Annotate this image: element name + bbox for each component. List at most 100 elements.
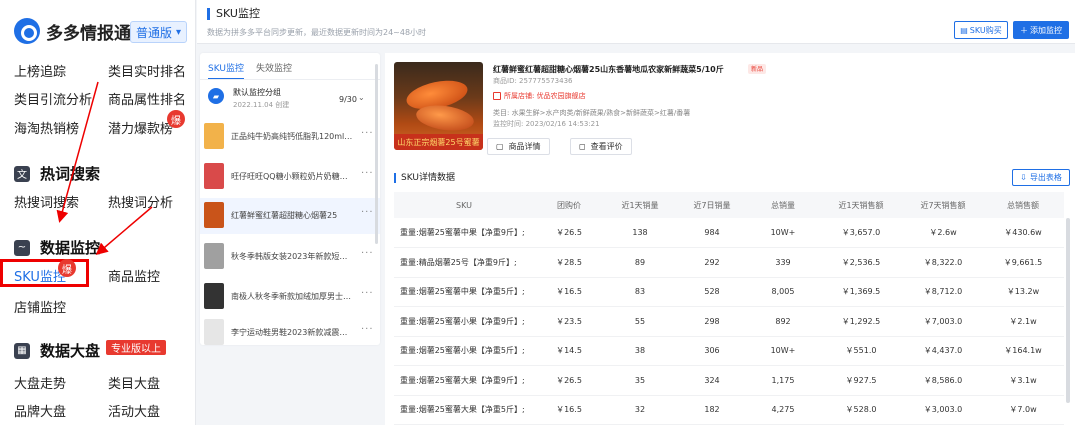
list-item-selected[interactable]: 红薯鲜蜜红薯超甜糖心烟薯25 ··· (200, 198, 380, 234)
table-cell: 重量:烟薯25蜜薯大果【净重5斤】; (394, 395, 534, 425)
table-cell: ￥3,657.0 (818, 218, 904, 248)
folder-icon: ▰ (208, 88, 224, 104)
sidebar-item-product-monitor[interactable]: 商品监控 (108, 266, 160, 285)
sidebar-item-hotword-search[interactable]: 热搜词搜索 (14, 192, 79, 211)
edition-label: 普通版 (136, 25, 173, 40)
list-item[interactable]: 正品纯牛奶高纯钙低脂乳120ml整箱 ··· (200, 119, 380, 155)
list-item-name: 正品纯牛奶高纯钙低脂乳120ml整箱 (231, 132, 355, 141)
table-header-cell[interactable]: 近1天销售额 (818, 192, 904, 218)
list-item[interactable]: 旺仔旺旺QQ糖小颗粒奶片奶糖儿童零食 ··· (200, 159, 380, 195)
section-dashboard: ▦ 数据大盘 (14, 340, 100, 361)
table-cell: ￥927.5 (818, 365, 904, 396)
product-tag: 新品 (748, 64, 767, 74)
sku-buy-button[interactable]: ▤ SKU购买 (954, 21, 1008, 39)
sidebar-item-category-traffic[interactable]: 类目引流分析 (14, 89, 92, 108)
table-cell: 339 (748, 247, 818, 278)
table-row: 重量:烟薯25蜜薯大果【净重5斤】; ￥16.5 32 182 4,275 ￥528.0 ￥… (394, 395, 1064, 425)
section-title-monitor: 数据监控 (40, 239, 101, 257)
sidebar-item-event-market[interactable]: 活动大盘 (108, 401, 160, 420)
more-icon[interactable]: ··· (361, 288, 374, 299)
table-cell: 182 (676, 395, 748, 425)
sidebar-item-hotword-analysis[interactable]: 热搜词分析 (108, 192, 173, 211)
table-cell: 重量:烟薯25蜜薯中果【净重5斤】; (394, 277, 534, 307)
table-cell: ￥1,292.5 (818, 306, 904, 337)
table-scrollbar[interactable] (1066, 218, 1070, 403)
sidebar-item-potential-hot[interactable]: 潜力爆款榜 (108, 118, 173, 137)
table-cell: ￥16.5 (534, 277, 604, 307)
table-cell: 重量:烟薯25蜜薯中果【净重9斤】; (394, 218, 534, 248)
add-monitor-button[interactable]: ＋ 添加监控 (1013, 21, 1069, 39)
table-cell: ￥4,437.0 (904, 336, 982, 366)
more-icon[interactable]: ··· (361, 248, 374, 259)
table-header-cell[interactable]: 团购价 (534, 192, 604, 218)
table-cell: 292 (676, 247, 748, 278)
export-label: 导出表格 (1029, 173, 1062, 182)
sku-list-panel: SKU监控 失效监控 ▰ 默认监控分组 2022.11.04 创建 9/30 ⌄… (200, 53, 380, 345)
table-header-cell[interactable]: SKU (394, 192, 534, 218)
sku-buy-label: SKU购买 (969, 25, 1002, 35)
sidebar-item-attr-rank[interactable]: 商品属性排名 (108, 89, 186, 108)
table-cell: 984 (676, 218, 748, 248)
hot-badge: 爆 (167, 110, 185, 128)
sidebar-item-brand-market[interactable]: 品牌大盘 (14, 401, 66, 420)
more-icon[interactable]: ··· (361, 324, 374, 335)
sidebar-item-overseas-hot[interactable]: 海淘热销榜 (14, 118, 79, 137)
table-cell: 55 (604, 306, 676, 337)
table-cell: ￥26.5 (534, 365, 604, 396)
export-button[interactable]: ⇩ 导出表格 (1012, 169, 1070, 186)
table-cell: 306 (676, 336, 748, 366)
table-row: 重量:烟薯25蜜薯中果【净重5斤】; ￥16.5 83 528 8,005 ￥1,369.… (394, 277, 1064, 307)
logo[interactable]: 多多情报通 (14, 18, 131, 44)
list-item[interactable]: 李宁运动鞋男鞋2023新款减震跑步鞋中 ··· (200, 315, 380, 351)
sidebar-item-shop-monitor[interactable]: 店铺监控 (14, 297, 66, 316)
edition-select[interactable]: 普通版 ▾ (130, 21, 188, 43)
sidebar-item-category-rank[interactable]: 类目实时排名 (108, 61, 186, 80)
shop-link[interactable]: 所属店铺: 优品农园旗舰店 (493, 91, 586, 101)
view-reviews-button[interactable]: ◻ 查看评价 (570, 138, 632, 155)
plus-icon: ＋ (1020, 25, 1028, 35)
table-header-cell[interactable]: 近7天销售额 (904, 192, 982, 218)
list-item-name: 李宁运动鞋男鞋2023新款减震跑步鞋中 (231, 328, 355, 337)
list-item-name: 旺仔旺旺QQ糖小颗粒奶片奶糖儿童零食 (231, 172, 355, 181)
logo-text: 多多情报通 (46, 23, 131, 44)
table-header-cell[interactable]: 近7日销量 (676, 192, 748, 218)
list-scrollbar[interactable] (375, 64, 378, 244)
sidebar-item-market-trend[interactable]: 大盘走势 (14, 373, 66, 392)
product-category: 类目: 水果生鲜>水产肉类/新鲜蔬果/熟食>新鲜蔬菜>红薯/番薯 (493, 109, 691, 117)
list-item[interactable]: 秋冬季韩版女装2023年新款短款长袖外套 ··· (200, 239, 380, 275)
group-row[interactable]: ▰ 默认监控分组 2022.11.04 创建 9/30 ⌄ (200, 83, 380, 115)
tab-sku-monitor[interactable]: SKU监控 (208, 61, 244, 80)
more-icon[interactable]: ··· (361, 207, 374, 218)
hot-badge-sku: 爆 (58, 259, 76, 277)
table-cell: ￥2.6w (904, 218, 982, 248)
product-image: 山东正宗烟薯25号蜜薯 (394, 62, 483, 150)
product-title[interactable]: 红薯鲜蜜红薯超甜糖心烟薯25山东香薯地瓜农家新鲜蔬菜5/10斤 (493, 64, 724, 75)
sidebar-item-rank-tracking[interactable]: 上榜追踪 (14, 61, 66, 80)
sidebar: 多多情报通 普通版 ▾ 上榜追踪 类目实时排名 类目引流分析 商品属性排名 海淘… (0, 0, 196, 425)
more-icon[interactable]: ··· (361, 168, 374, 179)
section-hotword: 文 热词搜索 (14, 163, 100, 184)
table-header-cell[interactable]: 近1天销量 (604, 192, 676, 218)
product-detail-button[interactable]: ▢ 商品详情 (487, 138, 550, 155)
more-icon[interactable]: ··· (361, 128, 374, 139)
tab-divider (200, 79, 380, 80)
product-id: 商品ID: 257775573436 (493, 77, 573, 85)
tab-invalid-monitor[interactable]: 失效监控 (256, 61, 292, 80)
sku-highlight-box (0, 259, 89, 287)
app-root: 多多情报通 普通版 ▾ 上榜追踪 类目实时排名 类目引流分析 商品属性排名 海淘… (0, 0, 1075, 425)
table-cell: 138 (604, 218, 676, 248)
table-cell: 892 (748, 306, 818, 337)
table-cell: 重量:烟薯25蜜薯小果【净重9斤】; (394, 306, 534, 337)
sidebar-item-category-market[interactable]: 类目大盘 (108, 373, 160, 392)
table-cell: ￥14.5 (534, 336, 604, 366)
chart-line-icon: ~ (14, 239, 30, 256)
table-cell: ￥3,003.0 (904, 395, 982, 425)
table-cell: ￥2,536.5 (818, 247, 904, 278)
list-item[interactable]: 南极人秋冬季新款加绒加厚男士保暖裤男 ··· (200, 279, 380, 315)
sku-section-title: SKU详情数据 (394, 173, 455, 183)
product-monitor-time: 监控时间: 2023/02/16 14:53:21 (493, 120, 600, 128)
chevron-down-icon[interactable]: ⌄ (358, 93, 365, 102)
table-header-cell[interactable]: 总销售额 (982, 192, 1064, 218)
table-header-cell[interactable]: 总销量 (748, 192, 818, 218)
section-title-dashboard: 数据大盘 (40, 342, 101, 360)
